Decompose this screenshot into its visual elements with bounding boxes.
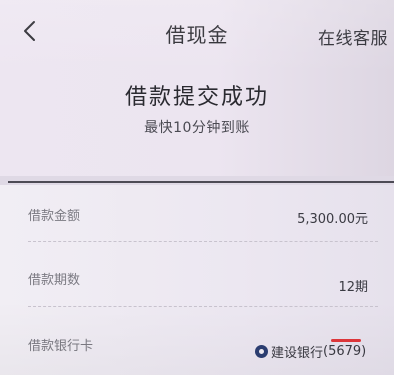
bank-card-value: 建设银行 (5679)	[255, 339, 367, 361]
arrival-time-note: 最快10分钟到账	[144, 120, 250, 136]
loan-amount-label: 借款金额	[28, 209, 81, 224]
row-separator	[28, 306, 378, 307]
loan-amount-value: 5,300.00元	[297, 212, 368, 227]
card-suffix-text: (5679)	[323, 344, 367, 359]
loan-term-label: 借款期数	[28, 273, 81, 288]
card-number-suffix: (5679)	[323, 339, 367, 359]
section-divider-line	[8, 181, 394, 183]
online-service-link[interactable]: 在线客服	[318, 24, 388, 49]
bank-card-label: 借款银行卡	[28, 339, 94, 354]
bank-name: 建设银行	[271, 346, 324, 361]
row-separator	[28, 241, 378, 242]
navigation-bar: 借现金 在线客服	[0, 0, 394, 64]
submission-success-title: 借款提交成功	[124, 85, 269, 110]
redaction-mark	[331, 339, 362, 342]
loan-term-value: 12期	[338, 280, 368, 295]
loan-result-screen: 借现金 在线客服 借款提交成功 最快10分钟到账 借款金额 5,300.00元 …	[0, 0, 394, 375]
ccb-bank-logo-icon	[255, 345, 268, 358]
